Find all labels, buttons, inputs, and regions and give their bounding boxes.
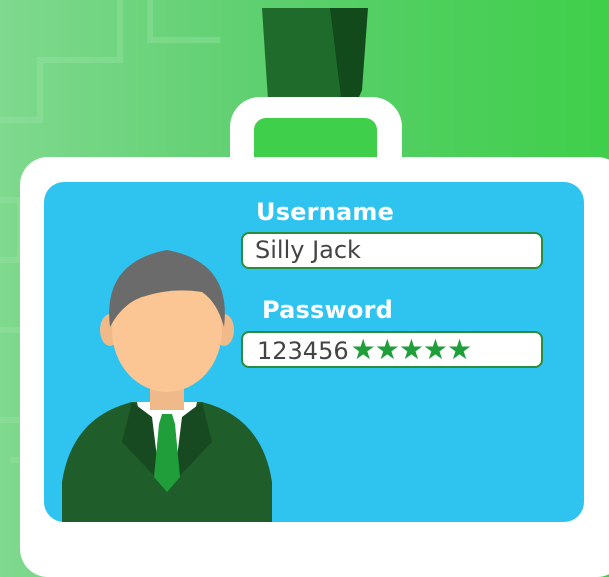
password-value: 123456 [257, 337, 349, 365]
password-mask-stars: ★★★★★ [350, 333, 473, 366]
password-label: Password [262, 296, 393, 324]
password-field[interactable]: 123456★★★★★ [241, 331, 543, 368]
id-card: Username Silly Jack Password 123456★★★★★ [44, 182, 584, 522]
username-field[interactable]: Silly Jack [241, 232, 543, 269]
username-label: Username [256, 198, 395, 226]
person-avatar-icon [62, 250, 272, 522]
username-value: Silly Jack [255, 236, 361, 264]
